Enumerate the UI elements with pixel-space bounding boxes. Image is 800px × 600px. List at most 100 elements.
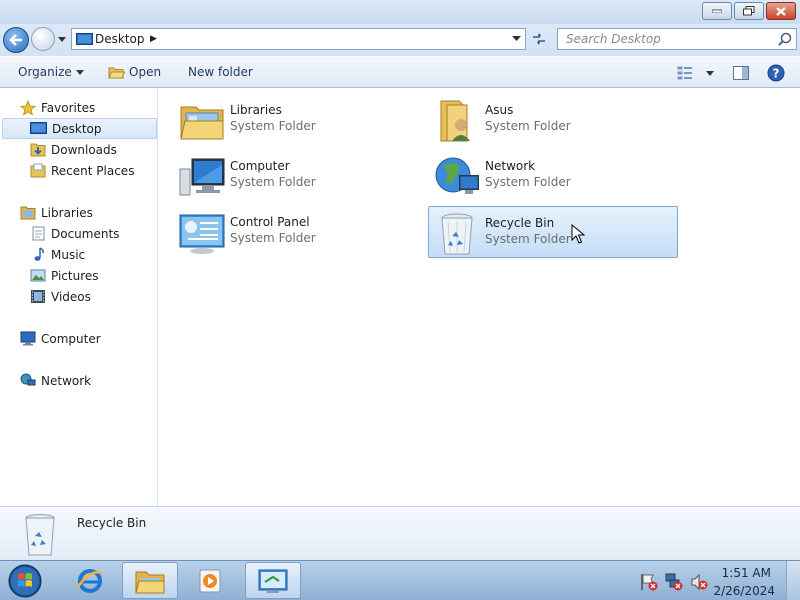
taskbar-media-player[interactable] [182, 562, 238, 599]
forward-button[interactable] [31, 27, 55, 51]
libraries-icon [20, 206, 36, 220]
address-location: Desktop [95, 32, 145, 46]
desktop-icon [30, 122, 47, 134]
view-dropdown-icon[interactable] [706, 70, 714, 76]
refresh-button[interactable] [527, 28, 551, 50]
nav-videos-label: Videos [51, 289, 91, 304]
action-center-flag-icon[interactable] [640, 573, 658, 591]
nav-libraries-label: Libraries [41, 205, 93, 220]
nav-music-label: Music [51, 247, 86, 262]
nav-network[interactable]: Network [20, 370, 91, 391]
recent-pages-dropdown-icon[interactable] [57, 36, 67, 44]
clock-date[interactable]: 2/26/2024 [713, 584, 775, 598]
open-button[interactable]: Open [108, 65, 161, 79]
network-status-icon[interactable] [665, 573, 683, 591]
network-icon [20, 373, 36, 386]
volume-muted-icon[interactable] [690, 573, 708, 591]
nav-desktop[interactable]: Desktop [2, 118, 157, 139]
chevron-down-icon [75, 69, 84, 75]
item-type: System Folder [230, 231, 316, 245]
taskbar-control-panel-window[interactable] [245, 562, 301, 599]
nav-favorites[interactable]: Favorites [20, 97, 95, 118]
item-recycle-bin[interactable]: Recycle Bin System Folder [428, 206, 678, 258]
clock-time[interactable]: 1:51 AM [722, 566, 771, 580]
restore-icon [743, 6, 755, 16]
details-pane: Recycle Bin [0, 506, 800, 560]
restore-button[interactable] [734, 2, 764, 20]
organize-label: Organize [18, 65, 72, 79]
item-type: System Folder [485, 119, 571, 133]
help-button[interactable]: ? [767, 63, 785, 83]
control-panel-icon [179, 214, 225, 254]
preview-pane-icon [733, 66, 749, 80]
item-asus[interactable]: Asus System Folder [429, 94, 679, 146]
back-button[interactable] [3, 27, 29, 53]
item-name: Asus [485, 103, 514, 117]
item-network[interactable]: Network System Folder [429, 150, 679, 202]
organize-button[interactable]: Organize [18, 65, 84, 79]
address-dropdown-icon[interactable] [512, 36, 521, 42]
item-name: Libraries [230, 103, 282, 117]
item-type: System Folder [230, 119, 316, 133]
minimize-icon [712, 9, 722, 13]
nav-computer[interactable]: Computer [20, 328, 101, 349]
item-type: System Folder [230, 175, 316, 189]
folder-open-icon [108, 67, 125, 79]
item-computer[interactable]: Computer System Folder [174, 150, 424, 202]
close-button[interactable] [766, 2, 796, 20]
nav-recent-places[interactable]: Recent Places [30, 160, 134, 181]
nav-pictures-label: Pictures [51, 268, 99, 283]
search-icon[interactable] [778, 32, 792, 46]
computer-icon [20, 331, 36, 346]
item-name: Network [485, 159, 536, 173]
details-item-name: Recycle Bin [77, 516, 147, 530]
view-options-icon [677, 66, 692, 80]
preview-pane-button[interactable] [733, 63, 749, 83]
new-folder-button[interactable]: New folder [188, 65, 253, 79]
internet-explorer-icon [76, 568, 103, 593]
user-folder-icon [440, 100, 470, 142]
nav-desktop-label: Desktop [52, 121, 102, 136]
item-libraries[interactable]: Libraries System Folder [174, 94, 424, 146]
nav-favorites-label: Favorites [41, 100, 96, 115]
navigation-pane: Favorites Desktop Downloads Recent Place… [0, 88, 158, 506]
nav-pictures[interactable]: Pictures [30, 265, 99, 286]
item-name: Recycle Bin [485, 216, 555, 230]
documents-icon [32, 226, 45, 241]
nav-recent-places-label: Recent Places [51, 163, 135, 178]
change-view-button[interactable] [677, 63, 714, 83]
start-button[interactable] [6, 563, 44, 599]
taskbar-windows-explorer[interactable] [122, 562, 178, 599]
nav-videos[interactable]: Videos [30, 286, 91, 307]
network-icon [435, 157, 479, 194]
address-bar[interactable]: Desktop ▶ [71, 28, 526, 50]
recycle-bin-icon [441, 213, 473, 255]
search-input[interactable]: Search Desktop [557, 28, 797, 50]
nav-music[interactable]: Music [30, 244, 85, 265]
nav-downloads-label: Downloads [51, 142, 117, 157]
desktop-icon [76, 33, 93, 45]
nav-documents[interactable]: Documents [30, 223, 119, 244]
item-name: Control Panel [230, 215, 310, 229]
libraries-icon [180, 106, 224, 140]
nav-downloads[interactable]: Downloads [30, 139, 117, 160]
refresh-icon [533, 33, 545, 45]
item-control-panel[interactable]: Control Panel System Folder [174, 206, 424, 258]
minimize-button[interactable] [702, 2, 732, 20]
command-bar: Organize Open New folder ? [0, 56, 800, 88]
breadcrumb-arrow-icon[interactable]: ▶ [150, 34, 157, 44]
item-name: Computer [230, 159, 290, 173]
svg-text:?: ? [773, 67, 780, 81]
search-placeholder: Search Desktop [566, 32, 661, 46]
title-bar [0, 0, 800, 24]
item-type: System Folder [485, 232, 571, 246]
taskbar-internet-explorer[interactable] [62, 562, 118, 599]
notification-area: 1:51 AM 2/26/2024 [630, 561, 800, 600]
nav-libraries[interactable]: Libraries [20, 202, 93, 223]
nav-network-label: Network [41, 373, 92, 388]
mouse-pointer-icon [571, 224, 585, 244]
computer-icon [179, 158, 225, 196]
folder-icon [135, 571, 165, 593]
nav-computer-label: Computer [41, 331, 101, 346]
show-desktop-button[interactable] [786, 561, 800, 600]
